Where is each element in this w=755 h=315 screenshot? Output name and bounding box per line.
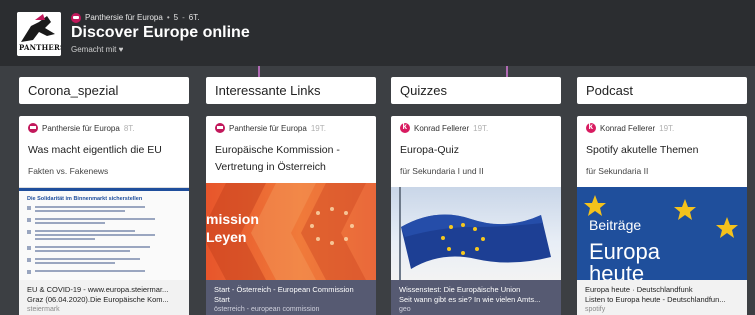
link-image[interactable]: mission Leyen: [206, 183, 376, 280]
link-title: Europa heute · Deutschlandfunk: [585, 285, 693, 294]
image-caption: Leyen: [206, 229, 247, 245]
link-preview[interactable]: Start - Österreich - European Commission…: [206, 280, 376, 315]
meta-separator: -: [182, 13, 185, 22]
link-title: EU & COVID-19 - www.europa.steiermar...: [27, 285, 169, 294]
card-author: Konrad Fellerer 19T.: [400, 122, 488, 134]
card-title: Europa-Quiz: [400, 144, 459, 156]
link-source: steiermark: [27, 306, 60, 313]
link-source: geo: [399, 306, 411, 313]
card-title: Was macht eigentlich die EU: [28, 144, 162, 156]
card-subtitle: für Sekundaria II: [586, 166, 649, 176]
post-card[interactable]: Panthersie für Europa 8T. Was macht eige…: [19, 116, 189, 315]
post-age: 19T.: [473, 123, 489, 133]
column-title[interactable]: Quizzes: [391, 77, 561, 104]
link-description: Seit wann gibt es sie? In wie vielen Amt…: [399, 295, 541, 304]
column-quizzes: Quizzes Konrad Fellerer 19T. Europa-Quiz…: [391, 77, 561, 315]
author-name: Panthersie für Europa: [229, 123, 307, 133]
board-logo[interactable]: PANTHERS: [17, 12, 61, 56]
post-card[interactable]: Panthersie für Europa 19T. Europäische K…: [206, 116, 376, 315]
like-count: 5: [173, 13, 179, 22]
eu-flag-image[interactable]: [391, 187, 561, 280]
card-subtitle: Fakten vs. Fakenews: [28, 166, 109, 176]
link-source: spotify: [585, 306, 606, 313]
preview-heading: Die Solidarität im Binnenmarkt sicherste…: [27, 196, 143, 202]
podcast-cover-image[interactable]: Beiträge Europa heute: [577, 187, 747, 280]
link-preview[interactable]: Europa heute · Deutschlandfunk Listen to…: [577, 280, 747, 315]
card-subtitle: für Sekundaria I und II: [400, 166, 484, 176]
author-avatar[interactable]: [71, 12, 81, 23]
post-age: 19T.: [659, 123, 675, 133]
author-name: Panthersie für Europa: [42, 123, 120, 133]
column-title[interactable]: Podcast: [577, 77, 747, 104]
made-with-label[interactable]: Gemacht mit ♥: [71, 45, 123, 54]
link-source: österreich - european commission: [214, 306, 320, 313]
link-description: Start: [214, 295, 230, 304]
column-interessante-links: Interessante Links Panthersie für Europa…: [206, 77, 376, 315]
cover-text: Beiträge: [589, 217, 642, 233]
board-header: PANTHERS Panthersie für Europa • 5 - 6T.…: [0, 0, 755, 66]
card-title: Europäische Kommission - Vertretung in Ö…: [215, 144, 340, 173]
author-avatar: [28, 123, 38, 133]
column-corona-spezial: Corona_spezial Panthersie für Europa 8T.…: [19, 77, 189, 315]
image-caption: mission: [206, 211, 259, 227]
post-card[interactable]: Konrad Fellerer 19T. Europa-Quiz für Sek…: [391, 116, 561, 315]
author-avatar: [586, 122, 596, 133]
author-name: Konrad Fellerer: [600, 123, 656, 133]
column-podcast: Podcast Konrad Fellerer 19T. Spotify aku…: [577, 77, 747, 315]
card-author: Konrad Fellerer 19T.: [586, 122, 674, 134]
board-title: Discover Europe online: [71, 24, 250, 41]
link-description: Listen to Europa heute - Deutschlandfun.…: [585, 295, 726, 304]
author-avatar: [400, 122, 410, 133]
column-title[interactable]: Interessante Links: [206, 77, 376, 104]
post-card[interactable]: Konrad Fellerer 19T. Spotify akutelle Th…: [577, 116, 747, 315]
link-description: Graz (06.04.2020).Die Europäische Kom...: [27, 295, 169, 304]
post-age: 19T.: [310, 123, 326, 133]
link-preview[interactable]: Wissenstest: Die Europäische Union Seit …: [391, 280, 561, 315]
cover-text: heute: [589, 261, 645, 281]
card-author: Panthersie für Europa 19T.: [215, 122, 326, 134]
document-preview[interactable]: Die Solidarität im Binnenmarkt sicherste…: [19, 187, 189, 280]
board-meta: Panthersie für Europa • 5 - 6T.: [71, 11, 199, 24]
card-title: Spotify akutelle Themen: [586, 144, 699, 156]
board-age: 6T.: [188, 13, 200, 22]
author-avatar: [215, 123, 225, 133]
author-name: Konrad Fellerer: [414, 123, 470, 133]
link-title: Start - Österreich - European Commission: [214, 285, 354, 294]
board-author[interactable]: Panthersie für Europa: [85, 13, 163, 22]
post-age: 8T.: [123, 123, 135, 133]
link-preview[interactable]: EU & COVID-19 - www.europa.steiermar... …: [19, 280, 189, 315]
link-title: Wissenstest: Die Europäische Union: [399, 285, 521, 294]
card-author: Panthersie für Europa 8T.: [28, 122, 135, 134]
logo-text: PANTHERS: [19, 43, 61, 52]
meta-separator: •: [166, 13, 170, 22]
column-title[interactable]: Corona_spezial: [19, 77, 189, 104]
